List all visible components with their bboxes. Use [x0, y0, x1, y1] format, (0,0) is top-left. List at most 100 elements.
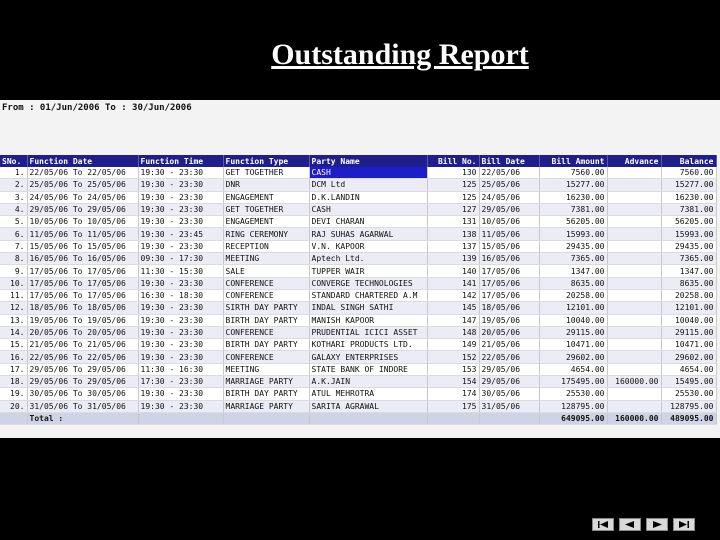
table-cell: 17/05/06 To 17/05/06: [27, 264, 139, 278]
prev-slide-button[interactable]: [619, 518, 641, 531]
table-row[interactable]: 9. 17/05/06 To 17/05/06 11:30 - 15:30 SALE T…: [0, 264, 717, 278]
table-cell: Aptech Ltd.: [309, 252, 428, 266]
table-cell: 130: [427, 167, 480, 180]
table-cell: 29435.00: [539, 240, 608, 254]
total-cell: [309, 412, 428, 426]
table-row[interactable]: 6. 11/05/06 To 11/05/06 19:30 - 23:45 RING …: [0, 227, 717, 241]
table-cell: 19:30 - 23:30: [138, 338, 224, 352]
table-cell: CASH: [309, 203, 428, 217]
table-row[interactable]: 18. 29/05/06 To 29/05/06 17:30 - 23:30 MARR…: [0, 375, 717, 389]
table-cell: 19:30 - 23:30: [138, 400, 224, 413]
table-cell: TUPPER WAIR: [309, 264, 428, 278]
table-cell: 19:30 - 23:30: [138, 215, 224, 229]
table-cell: [607, 240, 662, 254]
table-cell: 15/05/06 To 15/05/06: [27, 240, 139, 254]
table-cell: DCM Ltd: [309, 178, 428, 192]
table-cell: 10/05/06: [479, 215, 540, 229]
table-cell: 29/05/06 To 29/05/06: [27, 363, 139, 377]
table-row[interactable]: 17. 29/05/06 To 29/05/06 11:30 - 16:30 MEET…: [0, 363, 717, 377]
table-cell: 4654.00: [539, 363, 608, 377]
table-cell: 19:30 - 23:30: [138, 178, 224, 192]
table-cell: 12101.00: [539, 301, 608, 315]
table-cell: 7365.00: [661, 252, 717, 266]
table-row[interactable]: 4. 29/05/06 To 29/05/06 19:30 - 23:30 GET T…: [0, 203, 717, 217]
table-row[interactable]: 10. 17/05/06 To 17/05/06 19:30 - 23:30 CONF…: [0, 277, 717, 290]
table-cell: SALE: [223, 264, 310, 278]
table-cell: GET TOGETHER: [223, 203, 310, 217]
table-cell: 141: [427, 277, 480, 290]
table-cell: [607, 191, 662, 204]
table-row[interactable]: 2. 25/05/06 To 25/05/06 19:30 - 23:30 DNR DC…: [0, 178, 717, 192]
table-cell: 29/05/06: [479, 363, 540, 377]
first-slide-button[interactable]: [592, 518, 614, 531]
table-cell: RING CEREMONY: [223, 227, 310, 241]
table-row[interactable]: 13. 19/05/06 To 19/05/06 19:30 - 23:30 BIRT…: [0, 314, 717, 327]
table-cell: 3.: [0, 191, 28, 204]
total-cell: [138, 412, 224, 426]
table-cell: 15993.00: [539, 227, 608, 241]
table-cell: DNR: [223, 178, 310, 192]
table-row[interactable]: 8. 16/05/06 To 16/05/06 09:30 - 17:30 MEETI…: [0, 252, 717, 266]
table-cell: 19:30 - 23:30: [138, 240, 224, 254]
table-cell: [607, 227, 662, 241]
table-row[interactable]: 3. 24/05/06 To 24/05/06 19:30 - 23:30 ENGAG…: [0, 191, 717, 204]
table-cell: INDAL SINGH SATHI: [309, 301, 428, 315]
table-row[interactable]: 1. 22/05/06 To 22/05/06 19:30 - 23:30 GET T…: [0, 167, 717, 180]
table-cell: 29/05/06: [479, 203, 540, 217]
table-row[interactable]: 7. 15/05/06 To 15/05/06 19:30 - 23:30 RECEP…: [0, 240, 717, 254]
table-cell: MARRIAGE PARTY: [223, 375, 310, 389]
table-cell: [607, 400, 662, 413]
table-cell: 7560.00: [661, 167, 717, 180]
slide-navigation: [592, 518, 695, 532]
table-cell: 16:30 - 18:30: [138, 289, 224, 303]
table-row[interactable]: 14. 20/05/06 To 20/05/06 19:30 - 23:30 CONF…: [0, 326, 717, 340]
last-slide-button[interactable]: [673, 518, 695, 531]
column-header: Function Type: [223, 155, 310, 167]
table-cell: BIRTH DAY PARTY: [223, 338, 310, 352]
column-header: Advance: [607, 155, 662, 167]
table-cell: 138: [427, 227, 480, 241]
table-cell: 20258.00: [539, 289, 608, 303]
table-cell: 19:30 - 23:30: [138, 301, 224, 315]
table-cell: 15/05/06: [479, 240, 540, 254]
total-label: Total :: [27, 412, 139, 426]
table-cell: SARITA AGRAWAL: [309, 400, 428, 413]
total-cell: [0, 412, 28, 426]
table-cell: 145: [427, 301, 480, 315]
page-title: Outstanding Report: [271, 38, 529, 71]
table-cell: 19:30 - 23:30: [138, 350, 224, 364]
table-cell: 29/05/06: [479, 375, 540, 389]
table-cell: CONVERGE TECHNOLOGIES: [309, 277, 428, 290]
table-cell: 4.: [0, 203, 28, 217]
table-cell: D.K.LANDIN: [309, 191, 428, 204]
column-header: SNo.: [0, 155, 28, 167]
table-cell: 31/05/06 To 31/05/06: [27, 400, 139, 413]
table-row[interactable]: 19. 30/05/06 To 30/05/06 19:30 - 23:30 BIRT…: [0, 387, 717, 401]
table-row[interactable]: 12. 18/05/06 To 18/05/06 19:30 - 23:30 SIRT…: [0, 301, 717, 315]
next-slide-button[interactable]: [646, 518, 668, 531]
table-row[interactable]: 16. 22/05/06 To 22/05/06 19:30 - 23:30 CONF…: [0, 350, 717, 364]
table-cell: 174: [427, 387, 480, 401]
table-row[interactable]: 15. 21/05/06 To 21/05/06 19:30 - 23:30 BIRT…: [0, 338, 717, 352]
table-cell: DEVI CHARAN: [309, 215, 428, 229]
table-cell: 16.: [0, 350, 28, 364]
total-advance: 160000.00: [607, 412, 662, 426]
table-cell: 154: [427, 375, 480, 389]
table-cell: 17:30 - 23:30: [138, 375, 224, 389]
table-row[interactable]: 20. 31/05/06 To 31/05/06 19:30 - 23:30 MARR…: [0, 400, 717, 413]
table-cell: 20.: [0, 400, 28, 413]
table-cell: BIRTH DAY PARTY: [223, 387, 310, 401]
table-cell: ENGAGEMENT: [223, 191, 310, 204]
table-cell: 29435.00: [661, 240, 717, 254]
table-cell: 19:30 - 23:30: [138, 277, 224, 290]
table-cell: [607, 363, 662, 377]
table-cell: 15.: [0, 338, 28, 352]
table-cell: [607, 178, 662, 192]
table-cell: 19/05/06: [479, 314, 540, 327]
table-row[interactable]: 11. 17/05/06 To 17/05/06 16:30 - 18:30 CONF…: [0, 289, 717, 303]
table-cell: 29/05/06 To 29/05/06: [27, 203, 139, 217]
table-cell: 17/05/06: [479, 277, 540, 290]
table-cell: 9.: [0, 264, 28, 278]
table-cell: 10040.00: [539, 314, 608, 327]
table-row[interactable]: 5. 10/05/06 To 10/05/06 19:30 - 23:30 ENGAG…: [0, 215, 717, 229]
